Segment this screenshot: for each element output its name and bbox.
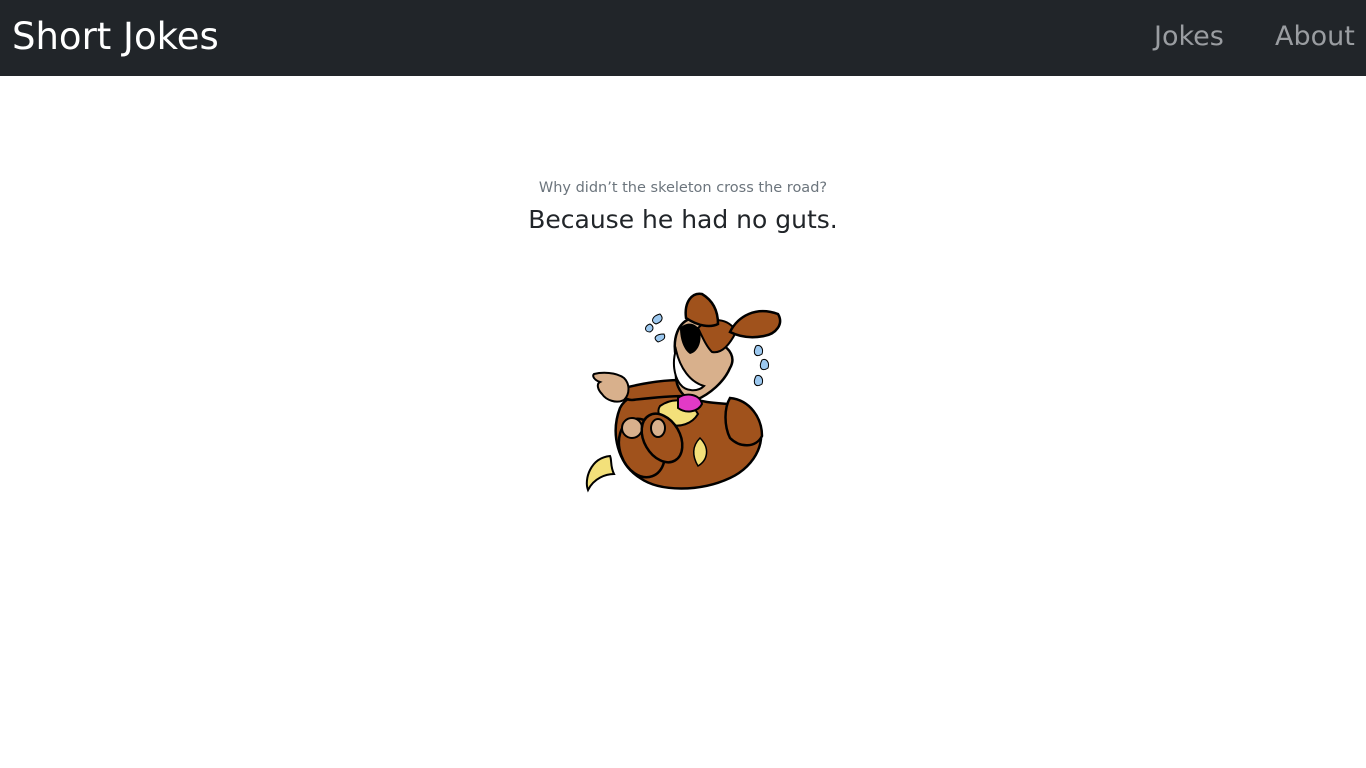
nav-link-jokes[interactable]: Jokes — [1154, 19, 1224, 55]
brand-link[interactable]: Short Jokes — [12, 14, 219, 60]
joke-answer: Because he had no guts. — [528, 205, 838, 234]
navbar: Short Jokes Jokes About — [0, 0, 1366, 76]
joke-question: Why didn’t the skeleton cross the road? — [538, 180, 828, 196]
nav-link-about[interactable]: About — [1275, 19, 1355, 55]
laughing-dog-icon — [585, 292, 782, 493]
